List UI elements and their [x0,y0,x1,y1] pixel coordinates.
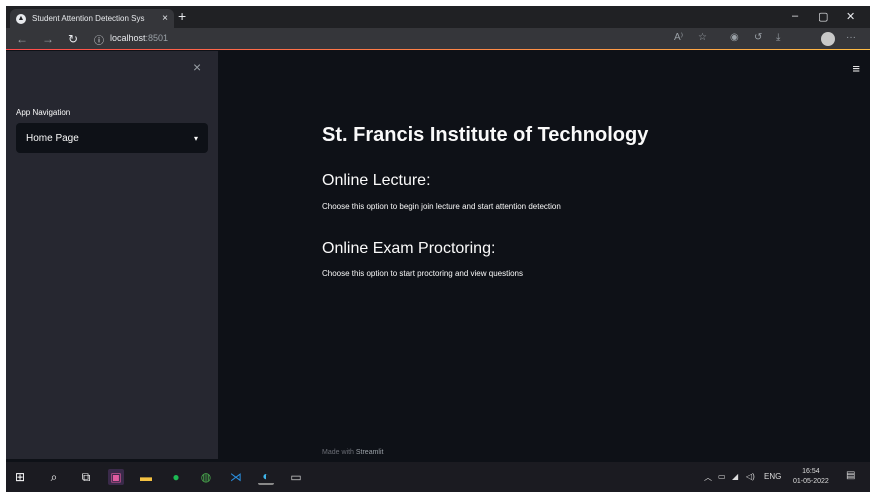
battery-icon: ▭ [718,472,726,481]
tab-title: Student Attention Detection Sys [32,14,145,23]
maximize-button[interactable]: ▢ [818,10,828,23]
sidebar: × App Navigation Home Page ▾ [6,51,218,459]
extension-icon[interactable]: ◉ [730,32,739,43]
streamlit-link[interactable]: Streamlit [356,449,384,456]
section-online-lecture-title: Online Lecture: [322,172,431,189]
forward-icon[interactable]: → [42,32,54,46]
close-window-button[interactable]: ✕ [846,10,855,23]
new-tab-button[interactable]: + [178,8,186,24]
profile-avatar[interactable] [821,32,835,46]
chrome-icon[interactable]: ◍ [198,469,214,485]
wifi-icon[interactable]: ◢ [732,472,738,481]
section-exam-proctoring-text: Choose this option to start proctoring a… [322,269,524,278]
accent-line [6,49,870,50]
language-indicator[interactable]: ENG [764,472,781,481]
main-content: ≡ St. Francis Institute of Technology On… [218,51,870,459]
notification-icon[interactable]: ▤ [846,470,855,481]
clock-date: 01-05-2022 [793,478,829,485]
url-host: localhost [110,33,146,43]
browser-tab[interactable]: ▲ Student Attention Detection Sys × [10,9,174,28]
app-icon[interactable]: ▣ [108,469,124,485]
spotify-icon[interactable]: ● [168,469,184,485]
collections-icon[interactable]: ↺ [754,32,762,43]
tab-bar: ▲ Student Attention Detection Sys × + – … [6,6,870,28]
windows-start-icon[interactable]: ⊞ [12,469,28,485]
screen: ▲ Student Attention Detection Sys × + – … [0,0,882,502]
clock[interactable]: 16:54 01-05-2022 [793,467,829,487]
back-icon[interactable]: ← [16,32,28,46]
footer-prefix: Made with [322,449,356,456]
reload-icon[interactable]: ↻ [68,32,78,46]
hamburger-menu-icon[interactable]: ≡ [852,61,860,76]
task-view-icon[interactable]: ⧉ [78,469,94,485]
nav-label: App Navigation [16,108,71,117]
terminal-icon[interactable]: ▭ [288,469,304,485]
address-bar: ← → ↻ ⓘ localhost:8501 A⁾ ☆ ◉ ↺ ⤓ ··· [6,28,870,50]
favorite-icon[interactable]: ☆ [698,32,707,43]
vscode-icon[interactable]: ⋊ [228,469,244,485]
section-exam-proctoring-title: Online Exam Proctoring: [322,240,496,257]
menu-dots-icon[interactable]: ··· [846,32,856,43]
volume-icon[interactable]: ◁) [746,472,755,481]
select-value: Home Page [26,132,79,144]
page-title: St. Francis Institute of Technology [322,124,649,146]
url-port: :8501 [145,33,169,43]
navigation-select[interactable]: Home Page ▾ [16,123,208,153]
browser-window: ▲ Student Attention Detection Sys × + – … [6,6,870,492]
search-icon[interactable]: ⌕ [46,469,62,485]
section-online-lecture-text: Choose this option to begin join lecture… [322,202,561,211]
minimize-button[interactable]: – [792,10,798,22]
download-icon[interactable]: ⤓ [776,32,780,43]
tab-close-icon[interactable]: × [162,13,168,24]
edge-icon[interactable]: ◐ [258,469,274,485]
chevron-up-icon[interactable]: ︿ [704,472,712,483]
chevron-down-icon: ▾ [193,133,198,143]
site-info-icon[interactable]: ⓘ [94,32,104,47]
url-field[interactable]: localhost:8501 [110,33,168,43]
read-aloud-icon[interactable]: A⁾ [674,32,683,43]
footer: Made with Streamlit [322,449,383,456]
sidebar-close-icon[interactable]: × [193,59,201,75]
clock-time: 16:54 [802,468,820,475]
taskbar: ⊞ ⌕ ⧉ ▣ ▬ ● ◍ ⋊ ◐ ▭ ︿ ▭ ◢ ◁) ENG 16:54 0… [6,462,870,492]
file-explorer-icon[interactable]: ▬ [138,469,154,485]
streamlit-favicon-icon: ▲ [16,13,26,24]
